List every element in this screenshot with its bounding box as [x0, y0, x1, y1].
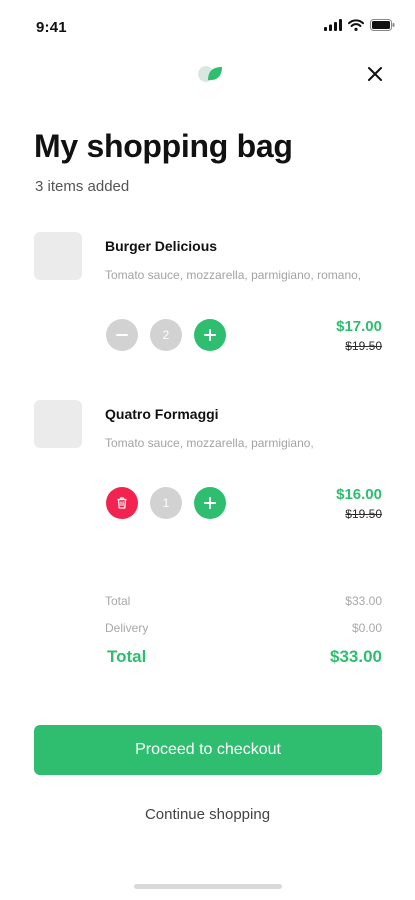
trash-icon [117, 497, 127, 509]
increase-quantity-button[interactable] [194, 319, 226, 351]
item-name: Burger Delicious [105, 238, 218, 254]
total-label: Total [107, 647, 147, 666]
status-bar: 9:41 [0, 0, 415, 52]
battery-icon [370, 19, 395, 31]
total-value: $33.00 [330, 647, 382, 666]
item-price: $16.00 [336, 486, 382, 503]
quantity-stepper: 2 [106, 319, 226, 351]
item-old-price: $19.50 [345, 339, 382, 353]
proceed-to-checkout-button[interactable]: Proceed to checkout [34, 725, 382, 775]
item-thumbnail [34, 232, 82, 280]
remove-item-button[interactable] [106, 487, 138, 519]
delivery-value: $0.00 [351, 621, 382, 635]
item-price-box: $16.00 $19.50 [336, 486, 382, 521]
item-price-box: $17.00 $19.50 [336, 318, 382, 353]
subtotal-label: Total [105, 594, 131, 608]
cart-item: Burger Delicious Tomato sauce, mozzarell… [0, 232, 415, 382]
item-thumbnail [34, 400, 82, 448]
quantity-value: 2 [150, 319, 182, 351]
continue-shopping-link[interactable]: Continue shopping [0, 806, 415, 823]
quantity-value: 1 [150, 487, 182, 519]
home-indicator [134, 884, 282, 889]
item-description: Tomato sauce, mozzarella, parmigiano, [105, 436, 314, 450]
close-icon[interactable] [363, 62, 387, 86]
leaf-logo-icon [198, 66, 222, 82]
minus-icon [116, 334, 128, 336]
cart-item: Quatro Formaggi Tomato sauce, mozzarella… [0, 400, 415, 550]
cellular-signal-icon [324, 19, 342, 31]
page-title: My shopping bag [34, 128, 293, 164]
items-count-subtitle: 3 items added [35, 178, 130, 195]
item-description: Tomato sauce, mozzarella, parmigiano, ro… [105, 268, 362, 282]
delivery-label: Delivery [105, 621, 149, 635]
status-icons [324, 19, 395, 31]
plus-icon [204, 497, 216, 509]
wifi-icon [348, 19, 364, 31]
item-price: $17.00 [336, 318, 382, 335]
subtotal-row: Total $33.00 [105, 594, 382, 608]
quantity-stepper: 1 [106, 487, 226, 519]
decrease-quantity-button[interactable] [106, 319, 138, 351]
delivery-row: Delivery $0.00 [105, 621, 382, 635]
subtotal-value: $33.00 [345, 594, 382, 608]
plus-icon [204, 329, 216, 341]
item-name: Quatro Formaggi [105, 406, 219, 422]
increase-quantity-button[interactable] [194, 487, 226, 519]
item-old-price: $19.50 [345, 507, 382, 521]
total-row: Total $33.00 [107, 647, 382, 667]
status-time: 9:41 [36, 19, 67, 36]
